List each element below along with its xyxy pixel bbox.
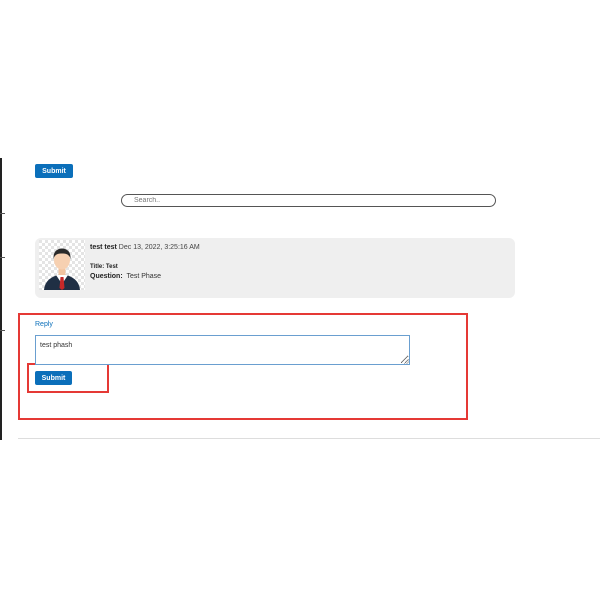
resize-handle-icon[interactable] — [404, 359, 409, 364]
reply-submit-button[interactable]: Submit — [35, 371, 72, 385]
comment-card: test test Dec 13, 2022, 3:25:16 AM Title… — [35, 238, 515, 298]
reply-textarea[interactable]: test phash — [35, 335, 410, 365]
comment-timestamp: Dec 13, 2022, 3:25:16 AM — [118, 244, 200, 251]
comment-question-label: Question: — [90, 273, 123, 280]
search-input[interactable] — [121, 194, 496, 207]
submit-button[interactable]: Submit — [35, 164, 73, 178]
comment-title-label: Title: — [90, 264, 105, 270]
comment-author: test test — [90, 244, 117, 251]
section-divider — [18, 438, 600, 439]
left-border-tick — [0, 213, 5, 214]
comment-meta: test test Dec 13, 2022, 3:25:16 AM — [90, 244, 200, 251]
comment-question-value: Test Phase — [126, 273, 162, 280]
left-border-tick — [0, 257, 5, 258]
comment-title-value: Test — [105, 264, 118, 270]
businessman-avatar-icon — [39, 240, 85, 290]
left-border-line — [0, 158, 2, 440]
reply-label: Reply — [35, 321, 53, 328]
comment-question: Question: Test Phase — [90, 273, 161, 280]
left-border-tick — [0, 330, 5, 331]
comment-title: Title: Test — [90, 264, 118, 270]
